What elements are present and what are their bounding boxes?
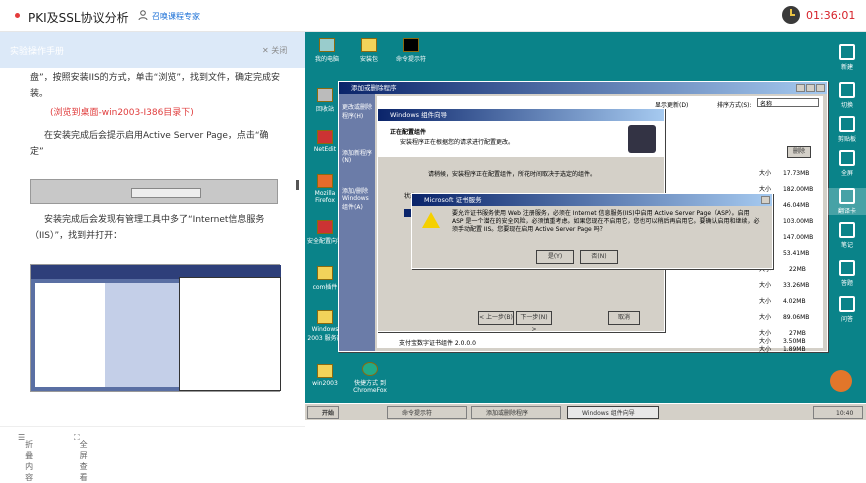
start-button[interactable]: 开始 bbox=[307, 406, 339, 419]
desktop-icon[interactable]: win2003 bbox=[307, 364, 343, 387]
add-windows-components-item[interactable]: 添加/删除Windows组件(A) bbox=[342, 186, 372, 211]
screenshot-admin-tools bbox=[30, 264, 281, 392]
clock-icon bbox=[782, 6, 800, 24]
switch-button[interactable]: 切换 bbox=[828, 82, 866, 109]
manual-header: 实验操作手册 ✕ 关闭 bbox=[0, 32, 305, 68]
side-nav: 更改或删除程序(H) 添加新程序(N) 添加/删除Windows组件(A) bbox=[339, 94, 375, 351]
remote-desktop[interactable]: 我的电脑 安装包 命令提示符 回收站 NetEdit Mozilla Firef… bbox=[305, 32, 866, 403]
desktop-icon[interactable]: 我的电脑 bbox=[309, 38, 345, 63]
clipboard-button[interactable]: 剪贴板 bbox=[828, 116, 866, 143]
card-button[interactable]: 翻译卡 bbox=[828, 188, 866, 215]
tools-icon[interactable] bbox=[830, 370, 852, 392]
window-title: Windows 组件向导 bbox=[378, 109, 664, 121]
top-bar: PKI及SSL协议分析 召唤课程专家 01:36:01 bbox=[0, 0, 866, 32]
desktop-icon[interactable]: 快捷方式 到 ChromeFox bbox=[347, 362, 393, 394]
size-label: 大小 17.73MB bbox=[759, 170, 810, 177]
qa-button[interactable]: 问答 bbox=[828, 296, 866, 323]
window-title: 添加或删除程序 bbox=[339, 82, 827, 94]
new-button[interactable]: 新建 bbox=[828, 44, 866, 71]
step-text: 盘”，按照安装IIS的方式，单击“浏览”，找到文件，确定完成安装。 bbox=[30, 73, 281, 99]
screenshot-asp-prompt bbox=[30, 179, 278, 204]
taskbar: 开始 命令提示符 添加或删除程序 Windows 组件向导 10:40 bbox=[305, 403, 866, 420]
maximize-button[interactable] bbox=[806, 84, 815, 92]
taskbar-item[interactable]: 添加或删除程序 bbox=[471, 406, 561, 419]
step-note: (浏览到桌面-win2003-I386目录下) bbox=[50, 108, 194, 118]
change-remove-item[interactable]: 更改或删除程序(H) bbox=[342, 102, 372, 120]
quiz-button[interactable]: 答题 bbox=[828, 260, 866, 287]
cert-message: 要允许证书服务使用 Web 注册服务，必须在 Internet 信息服务(IIS… bbox=[452, 210, 760, 233]
manual-title: 实验操作手册 bbox=[10, 47, 65, 57]
expert-icon[interactable] bbox=[138, 10, 148, 20]
close-button[interactable] bbox=[816, 84, 825, 92]
manual-close-button[interactable]: ✕ 关闭 bbox=[262, 45, 287, 56]
program-row[interactable]: 支付宝数字证书组件 2.0.0.0 bbox=[399, 338, 476, 347]
no-button[interactable]: 否(N) bbox=[580, 250, 618, 264]
cancel-button[interactable]: 取消 bbox=[608, 311, 640, 325]
back-button[interactable]: < 上一步(B) bbox=[478, 311, 514, 325]
collapse-button[interactable]: ☰ 折叠内容 bbox=[18, 433, 33, 482]
manual-panel: 实验操作手册 ✕ 关闭 盘”，按照安装IIS的方式，单击“浏览”，找到文件，确定… bbox=[0, 32, 305, 482]
remove-button[interactable]: 删除 bbox=[787, 146, 811, 158]
wizard-heading: 正在配置组件 bbox=[390, 129, 427, 136]
notes-button[interactable]: 笔记 bbox=[828, 222, 866, 249]
next-button[interactable]: 下一步(N) > bbox=[516, 311, 552, 333]
step-text: 安装完成后会发现有管理工具中多了“Internet信息服务（IIS）”，找到并打… bbox=[30, 215, 265, 241]
countdown-timer: 01:36:01 bbox=[806, 9, 856, 22]
taskbar-item[interactable]: Windows 组件向导 bbox=[567, 406, 659, 419]
scrollbar[interactable] bbox=[296, 180, 299, 190]
window-title: Microsoft 证书服务 bbox=[412, 194, 772, 206]
step-text: 在安装完成后会提示启用Active Server Page，点击“确定” bbox=[30, 131, 269, 157]
right-toolbar: 新建 切换 剪贴板 全屏 翻译卡 笔记 答题 问答 bbox=[828, 32, 866, 403]
desktop-icon[interactable]: 安装包 bbox=[351, 38, 387, 63]
fullscreen-button[interactable]: ⛶ 全屏查看 bbox=[74, 433, 88, 482]
wizard-wait-text: 请稍候，安装程序正在配置组件，所花时间取决于选定的组件。 bbox=[428, 171, 597, 178]
cert-services-dialog[interactable]: Microsoft 证书服务 要允许证书服务使用 Web 注册服务，必须在 In… bbox=[411, 193, 773, 269]
close-button[interactable] bbox=[761, 196, 770, 204]
page-title: PKI及SSL协议分析 bbox=[28, 11, 129, 25]
status-dot bbox=[15, 13, 20, 18]
clock: 10:40 bbox=[813, 406, 863, 419]
minimize-button[interactable] bbox=[796, 84, 805, 92]
add-new-item[interactable]: 添加新程序(N) bbox=[342, 148, 372, 164]
call-expert-link[interactable]: 召唤课程专家 bbox=[152, 11, 200, 22]
wizard-logo-icon bbox=[628, 125, 656, 153]
wizard-subtitle: 安装程序正在根据您的请求进行配置更改。 bbox=[400, 139, 515, 146]
sort-select[interactable]: 名称 bbox=[757, 98, 819, 108]
yes-button[interactable]: 是(Y) bbox=[536, 250, 574, 264]
desktop-icon[interactable]: 命令提示符 bbox=[393, 38, 429, 63]
warning-icon bbox=[422, 212, 440, 228]
taskbar-item[interactable]: 命令提示符 bbox=[387, 406, 467, 419]
sort-label: 排序方式(S): bbox=[717, 102, 752, 109]
fullscreen-button[interactable]: 全屏 bbox=[828, 150, 866, 177]
manual-footer: ☰ 折叠内容 ⛶ 全屏查看 bbox=[0, 426, 305, 482]
